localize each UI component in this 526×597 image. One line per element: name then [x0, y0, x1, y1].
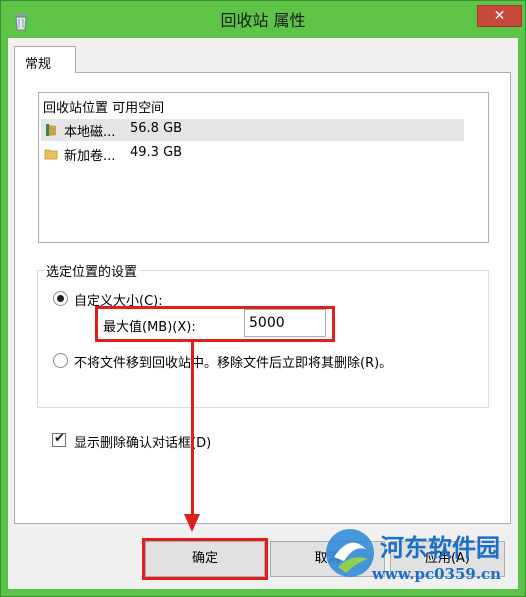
- confirm-dialog-checkbox[interactable]: ✔: [52, 431, 66, 447]
- watermark-logo-icon: [326, 529, 374, 577]
- tab-label: 常规: [25, 57, 52, 72]
- list-item[interactable]: 新加卷... 49.3 GB: [41, 143, 464, 165]
- location-list-header: 回收站位置 可用空间: [43, 101, 165, 116]
- window-title: 回收站 属性: [220, 11, 306, 30]
- ok-button-highlight-box: [142, 538, 268, 580]
- tab-general[interactable]: 常规: [14, 46, 76, 73]
- watermark-title: 河东软件园: [380, 533, 500, 562]
- close-icon: ✕: [493, 8, 506, 24]
- list-item[interactable]: 本地磁... 56.8 GB: [41, 119, 464, 141]
- folder-icon: [44, 149, 58, 160]
- max-size-highlight-box: [95, 306, 335, 342]
- title-bar[interactable]: 回收站 属性 ✕: [2, 2, 524, 39]
- close-button[interactable]: ✕: [477, 5, 522, 27]
- location-free-space: 49.3 GB: [130, 145, 183, 160]
- location-free-space: 56.8 GB: [130, 121, 183, 136]
- location-name: 本地磁...: [64, 125, 116, 140]
- checkmark-icon: ✔: [54, 431, 65, 446]
- radio-selected-dot: [57, 295, 64, 302]
- watermark: 河东软件园 www.pc0359.cn: [320, 520, 526, 597]
- watermark-url: www.pc0359.cn: [372, 565, 502, 583]
- annotation-arrow-line: [191, 340, 194, 517]
- drive-icon: [46, 124, 56, 136]
- custom-size-radio[interactable]: [53, 291, 68, 306]
- settings-group-title: 选定位置的设置: [44, 261, 140, 280]
- no-move-label: 不将文件移到回收站中。移除文件后立即将其删除(R)。: [74, 356, 393, 371]
- annotation-arrow-head: [184, 514, 200, 532]
- location-name: 新加卷...: [64, 149, 116, 164]
- no-move-radio[interactable]: [53, 353, 68, 368]
